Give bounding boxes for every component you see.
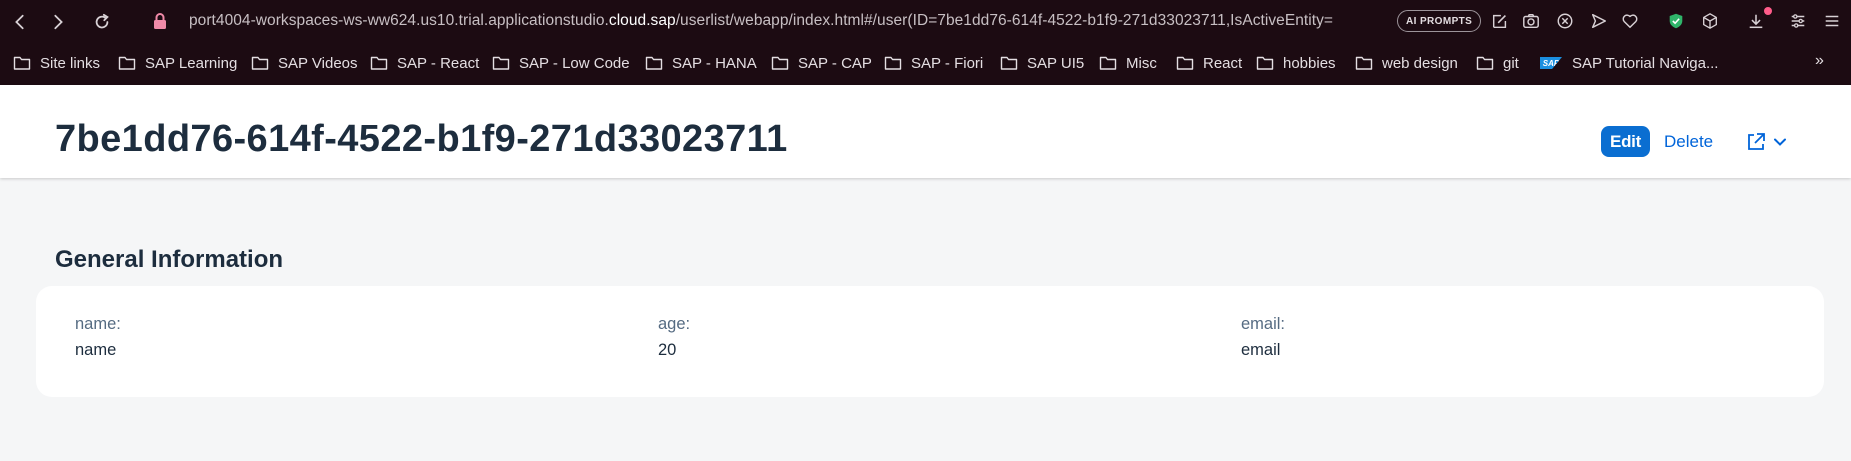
bookmark-label: Site links bbox=[40, 54, 101, 72]
send-icon[interactable] bbox=[1589, 11, 1609, 31]
more-bookmarks-chevron-icon[interactable]: » bbox=[1815, 52, 1824, 70]
share-button[interactable] bbox=[1745, 128, 1787, 156]
bookmark-sap-react[interactable]: SAP - React bbox=[370, 52, 479, 74]
address-bar[interactable]: port4004-workspaces-ws-ww624.us10.trial.… bbox=[189, 12, 1333, 30]
delete-button[interactable]: Delete bbox=[1664, 126, 1713, 157]
bookmark-label: SAP UI5 bbox=[1027, 54, 1085, 72]
browser-toolbar: port4004-workspaces-ws-ww624.us10.trial.… bbox=[0, 0, 1851, 44]
forward-icon[interactable] bbox=[46, 10, 70, 34]
block-icon[interactable] bbox=[1555, 11, 1575, 31]
bookmark-misc[interactable]: Misc bbox=[1099, 52, 1157, 74]
bookmark-react[interactable]: React bbox=[1176, 52, 1242, 74]
field-label: name: bbox=[75, 315, 121, 333]
bookmark-label: SAP - HANA bbox=[672, 54, 757, 72]
bookmark-git[interactable]: git bbox=[1476, 52, 1519, 74]
field-label: age: bbox=[658, 315, 691, 333]
back-icon[interactable] bbox=[8, 10, 32, 34]
notification-dot bbox=[1764, 7, 1772, 15]
email-field: email: email bbox=[1241, 315, 1285, 360]
folder-icon bbox=[1476, 56, 1494, 70]
settings-sliders-icon[interactable] bbox=[1788, 11, 1808, 31]
ai-prompts-button[interactable]: AI PROMPTS bbox=[1397, 10, 1482, 32]
shield-icon[interactable] bbox=[1666, 11, 1686, 31]
reload-icon[interactable] bbox=[90, 10, 114, 34]
browser-chrome: port4004-workspaces-ws-ww624.us10.trial.… bbox=[0, 0, 1851, 85]
folder-icon bbox=[13, 56, 31, 70]
lock-icon[interactable] bbox=[152, 12, 168, 30]
folder-icon bbox=[771, 56, 789, 70]
download-icon[interactable] bbox=[1746, 11, 1766, 31]
cube-icon[interactable] bbox=[1700, 11, 1720, 31]
name-field: name: name bbox=[75, 315, 121, 360]
bookmark-label: SAP - React bbox=[397, 54, 480, 72]
bookmark-sap-hana[interactable]: SAP - HANA bbox=[645, 52, 757, 74]
bookmark-sap-learning[interactable]: SAP Learning bbox=[118, 52, 237, 74]
folder-icon bbox=[1099, 56, 1117, 70]
folder-icon bbox=[1256, 56, 1274, 70]
folder-icon bbox=[1176, 56, 1194, 70]
section-title: General Information bbox=[55, 246, 284, 273]
bookmark-label: hobbies bbox=[1283, 54, 1336, 72]
bookmark-hobbies[interactable]: hobbies bbox=[1256, 52, 1336, 74]
bookmark-label: SAP Learning bbox=[145, 54, 238, 72]
bookmark-label: web design bbox=[1382, 54, 1458, 72]
bookmark-label: SAP - Fiori bbox=[911, 54, 984, 72]
field-value: email bbox=[1241, 341, 1281, 359]
folder-icon bbox=[884, 56, 902, 70]
object-page-header: 7be1dd76-614f-4522-b1f9-271d33023711 Edi… bbox=[0, 85, 1851, 178]
camera-icon[interactable] bbox=[1521, 11, 1541, 31]
folder-icon bbox=[251, 56, 269, 70]
bookmark-label: Misc bbox=[1126, 54, 1157, 72]
bookmark-sap-ui5[interactable]: SAP UI5 bbox=[1000, 52, 1084, 74]
bookmark-label: git bbox=[1503, 54, 1519, 72]
folder-icon bbox=[118, 56, 136, 70]
bookmark-sap-tutorial-navigator[interactable]: SAP SAP Tutorial Naviga... bbox=[1540, 52, 1718, 74]
folder-icon bbox=[492, 56, 510, 70]
field-label: email: bbox=[1241, 315, 1286, 333]
general-information-card: name: name age: 20 email: email bbox=[36, 286, 1824, 397]
bookmark-label: SAP - Low Code bbox=[519, 54, 630, 72]
chevron-down-icon bbox=[1774, 138, 1786, 146]
bookmark-sap-fiori[interactable]: SAP - Fiori bbox=[884, 52, 983, 74]
folder-icon bbox=[370, 56, 388, 70]
bookmark-site-links[interactable]: Site links bbox=[13, 52, 100, 74]
bookmark-sap-cap[interactable]: SAP - CAP bbox=[771, 52, 872, 74]
folder-icon bbox=[1355, 56, 1373, 70]
bookmark-label: SAP Videos bbox=[278, 54, 358, 72]
edit-page-icon[interactable] bbox=[1490, 11, 1510, 31]
url-suffix: /userlist/webapp/index.html#/user(ID=7be… bbox=[675, 12, 1334, 29]
edit-button[interactable]: Edit bbox=[1601, 126, 1650, 157]
bookmark-label: React bbox=[1203, 54, 1243, 72]
sap-logo-icon: SAP bbox=[1540, 57, 1562, 69]
folder-icon bbox=[645, 56, 663, 70]
age-field: age: 20 bbox=[658, 315, 690, 360]
field-value: name bbox=[75, 341, 117, 359]
bookmark-sap-low-code[interactable]: SAP - Low Code bbox=[492, 52, 630, 74]
field-value: 20 bbox=[658, 341, 677, 359]
share-icon bbox=[1748, 133, 1765, 150]
bookmark-label: SAP - CAP bbox=[798, 54, 872, 72]
bookmark-web-design[interactable]: web design bbox=[1355, 52, 1458, 74]
bookmark-label: SAP Tutorial Naviga... bbox=[1572, 54, 1719, 72]
folder-icon bbox=[1000, 56, 1018, 70]
menu-icon[interactable] bbox=[1822, 11, 1842, 31]
url-prefix: port4004-workspaces-ws-ww624.us10.trial.… bbox=[189, 12, 609, 29]
heart-icon[interactable] bbox=[1620, 11, 1640, 31]
bookmark-sap-videos[interactable]: SAP Videos bbox=[251, 52, 358, 74]
url-domain: cloud.sap bbox=[608, 12, 676, 29]
page-title: 7be1dd76-614f-4522-b1f9-271d33023711 bbox=[55, 118, 788, 160]
